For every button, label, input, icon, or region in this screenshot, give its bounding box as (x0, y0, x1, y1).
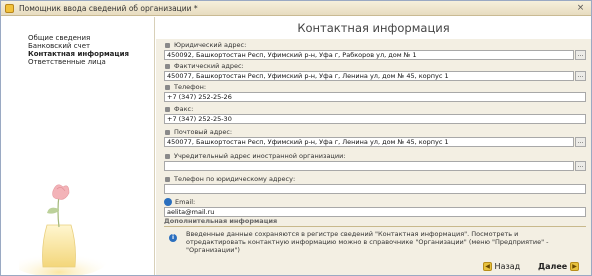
postal-address-label: Почтовый адрес: (164, 128, 232, 137)
actual-address-input[interactable]: 450077, Башкортостан Респ, Уфимский р-н,… (164, 71, 574, 81)
step-responsible-persons[interactable]: Ответственные лица (28, 58, 129, 66)
step-general[interactable]: Общие сведения (28, 34, 129, 42)
info-icon: i (169, 234, 177, 242)
next-arrow-icon: ▶ (570, 261, 580, 271)
foreign-address-select-button[interactable]: ... (575, 161, 586, 171)
panel-header: Контактная информация (156, 17, 591, 39)
foreign-address-input[interactable] (164, 161, 574, 171)
page-title: Контактная информация (297, 21, 450, 35)
steps-list: Общие сведения Банковский счет Контактна… (28, 34, 129, 66)
flower-vase-illustration (19, 184, 107, 275)
close-icon[interactable]: × (575, 3, 586, 14)
phone-label: Телефон: (164, 83, 206, 92)
legal-phone-label: Телефон по юридическому адресу: (164, 175, 295, 184)
email-label: Email: (175, 198, 196, 206)
actual-address-select-button[interactable]: ... (575, 71, 586, 81)
legal-address-label: Юридический адрес: (164, 41, 246, 50)
legal-address-select-button[interactable]: ... (575, 50, 586, 60)
app-icon (5, 4, 14, 13)
legal-phone-input[interactable] (164, 184, 586, 194)
step-bank-account[interactable]: Банковский счет (28, 42, 129, 50)
field-pin-icon (165, 154, 170, 159)
phone-input[interactable]: +7 (347) 252-25-26 (164, 92, 586, 102)
wizard-steps-sidebar: Общие сведения Банковский счет Контактна… (1, 17, 155, 275)
title-bar: Помощник ввода сведений об организации *… (1, 1, 591, 16)
field-pin-icon (165, 43, 170, 48)
email-icon (164, 198, 172, 206)
additional-info-text: Введенные данные сохраняются в регистре … (186, 230, 549, 254)
foreign-address-label: Учредительный адрес иностранной организа… (164, 152, 346, 161)
next-button[interactable]: Далее ▶ (538, 261, 580, 272)
back-button[interactable]: ◀ Назад (483, 261, 521, 272)
fax-label: Факс: (164, 105, 193, 114)
fax-input[interactable]: +7 (347) 252-25-30 (164, 114, 586, 124)
field-pin-icon (165, 64, 170, 69)
field-pin-icon (165, 85, 170, 90)
field-pin-icon (165, 177, 170, 182)
actual-address-label: Фактический адрес: (164, 62, 244, 71)
wizard-footer: ◀ Назад Далее ▶ (156, 257, 591, 275)
next-button-label: Далее (538, 262, 568, 271)
field-pin-icon (165, 107, 170, 112)
contact-info-panel: Контактная информация Юридический адрес:… (156, 17, 591, 275)
field-pin-icon (165, 130, 170, 135)
step-contact-info[interactable]: Контактная информация (28, 50, 129, 58)
email-input[interactable]: aelita@mail.ru (164, 207, 586, 217)
back-arrow-icon: ◀ (483, 261, 492, 271)
additional-info-title: Дополнительная информация (164, 217, 586, 227)
postal-address-select-button[interactable]: ... (575, 137, 586, 147)
legal-address-input[interactable]: 450092, Башкортостан Респ, Уфимский р-н,… (164, 50, 574, 60)
back-button-label: Назад (494, 262, 521, 271)
postal-address-input[interactable]: 450077, Башкортостан Респ, Уфимский р-н,… (164, 137, 574, 147)
wizard-window: Помощник ввода сведений об организации *… (0, 0, 592, 276)
window-title: Помощник ввода сведений об организации * (19, 4, 198, 13)
